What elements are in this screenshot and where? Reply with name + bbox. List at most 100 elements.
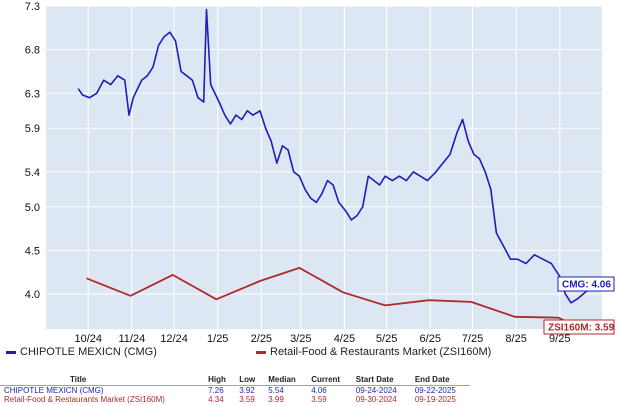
data-point-cmg [467,140,469,142]
data-point-cmg [321,193,323,195]
data-point-cmg [163,35,165,38]
y-axis-ticks: 7.3 6.8 6.3 5.9 5.4 5.0 4.5 4.0 [25,1,40,301]
stats-current: 4.06 [311,386,327,395]
stats-row-cmg: CHIPOTLE MEXICN (CMG) 7.26 3.92 5.54 4.0… [0,386,470,395]
data-point-zsi160m [86,277,88,279]
x-tick-label: 12/24 [160,333,188,345]
x-axis-ticks: 10/24 11/24 12/24 1/25 2/25 3/25 4/25 5/25 6/25 7… [74,333,570,345]
data-point-cmg [117,75,119,77]
data-point-cmg [146,75,148,77]
stats-end-date: 09-19-2025 [414,395,456,404]
data-point-cmg [577,297,579,300]
data-point-cmg [174,40,177,42]
data-point-cmg [210,83,212,86]
x-tick-label: 9/25 [549,333,570,345]
line-chart: 7.3 6.8 6.3 5.9 5.4 5.0 4.5 4.0 10/24 11/24 12/24… [25,1,615,345]
data-point-cmg [128,114,130,116]
y-tick-label: 7.3 [25,1,40,13]
stats-header-row: Title High Low Median Current Start Date… [0,374,470,386]
data-point-zsi160m [259,280,261,282]
data-point-cmg [246,110,248,112]
legend-item-zsi160m: Retail-Food & Restaurants Market (ZSI160… [256,346,491,358]
data-point-cmg [96,92,98,94]
stats-end-date: 09-22-2025 [414,386,456,395]
data-point-cmg [259,110,261,112]
data-point-cmg [205,8,208,11]
data-point-cmg [502,245,505,247]
stats-header-current: Current [311,375,341,384]
y-tick-label: 5.4 [25,167,40,179]
x-tick-label: 11/24 [119,333,146,345]
legend-swatch-cmg [6,350,16,354]
data-point-cmg [241,118,243,121]
data-point-cmg [110,83,112,86]
data-point-cmg [281,145,284,147]
plot-background [46,6,602,329]
data-point-cmg [103,79,105,81]
stats-median: 3.99 [268,395,284,404]
x-tick-label: 7/25 [462,333,483,345]
data-point-cmg [373,179,375,182]
data-point-cmg [158,44,160,46]
data-point-cmg [235,114,237,116]
data-point-cmg [338,201,340,204]
data-point-cmg [124,79,126,81]
data-point-cmg [89,97,91,99]
data-point-cmg [218,101,220,103]
data-point-cmg [224,114,226,116]
data-point-cmg [287,149,289,151]
x-tick-label: 8/25 [505,333,526,345]
data-point-cmg [495,232,498,234]
data-point-cmg [332,184,334,186]
data-point-cmg [525,262,527,265]
data-point-cmg [442,162,444,164]
data-point-cmg [252,114,254,116]
x-tick-label: 6/25 [420,333,441,345]
data-point-cmg [478,158,481,160]
x-tick-label: 10/24 [74,333,102,345]
data-point-cmg [229,123,231,125]
data-point-cmg [326,179,329,182]
data-point-cmg [391,179,393,182]
data-point-cmg [367,175,369,177]
stats-high: 7.26 [208,386,224,395]
x-tick-label: 2/25 [251,333,272,345]
data-point-cmg [509,258,512,260]
x-tick-label: 4/25 [334,333,355,345]
stats-current: 3.59 [311,395,327,404]
plot-area [46,6,602,329]
legend-label-cmg: CHIPOTLE MEXICN (CMG) [20,346,157,358]
data-point-cmg [384,175,386,177]
x-tick-label: 3/25 [290,333,311,345]
data-point-cmg [350,219,353,221]
legend-label-zsi160m: Retail-Food & Restaurants Market (ZSI160… [270,346,492,358]
stats-start-date: 09-24-2024 [355,386,397,395]
data-point-cmg [152,66,154,68]
stats-title: Retail-Food & Restaurants Market (ZSI160… [4,395,165,404]
data-point-zsi160m [514,316,516,318]
data-point-cmg [570,302,572,304]
callout-label-zsi160m: ZSI160M: 3.59 [548,323,615,334]
data-point-cmg [473,153,475,156]
data-point-zsi160m [215,298,217,300]
data-point-cmg [533,254,536,256]
stats-header-low: Low [239,375,256,384]
data-point-cmg [564,293,567,295]
stats-low: 3.92 [239,386,255,395]
data-point-cmg [132,97,134,99]
data-point-cmg [516,258,519,260]
data-point-cmg [197,97,199,99]
data-point-zsi160m [342,291,344,293]
legend-swatch-zsi160m [256,350,266,354]
legend-item-cmg: CHIPOTLE MEXICN (CMG) [6,346,157,358]
data-point-cmg [362,206,364,208]
stats-start-date: 09-30-2024 [355,395,397,404]
x-tick-label: 5/25 [376,333,397,345]
stats-table: Title High Low Median Current Start Date… [0,374,470,404]
y-tick-label: 6.8 [25,45,40,57]
data-point-zsi160m [470,301,472,303]
stats-title: CHIPOTLE MEXICN (CMG) [4,386,104,395]
data-point-cmg [398,175,400,177]
data-point-cmg [490,188,492,190]
data-point-cmg [449,153,451,156]
